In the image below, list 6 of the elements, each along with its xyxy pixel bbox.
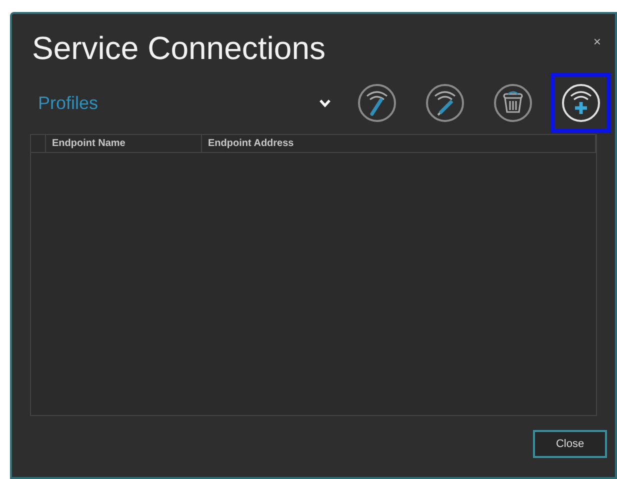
profiles-dropdown[interactable]: Profiles (38, 90, 347, 116)
close-button[interactable]: Close (533, 430, 607, 458)
column-header: Endpoint Name (46, 135, 202, 152)
column-header: Endpoint Address (202, 135, 596, 152)
close-button[interactable]: × (593, 32, 601, 52)
window-title: Service Connections (32, 29, 326, 68)
